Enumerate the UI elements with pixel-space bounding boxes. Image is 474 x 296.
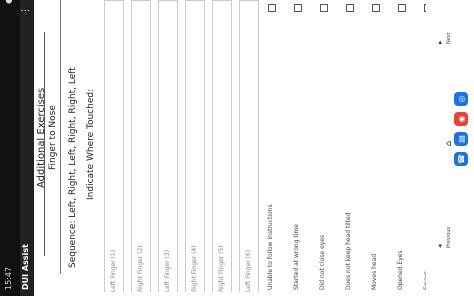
check-row[interactable]: Did not close eyes — [312, 0, 336, 296]
finger-label: Left Finger (1) — [110, 249, 117, 292]
finger-field[interactable]: Right Finger (5) — [212, 0, 232, 296]
exercise-divider — [60, 0, 61, 274]
check-label: Opened Eyes — [397, 250, 404, 290]
phone-icon[interactable]: ☎ — [454, 152, 468, 166]
main-content: Additional Exercises Finger to Nose Sequ… — [34, 0, 462, 296]
check-label: Does not keep head tilted — [345, 212, 352, 290]
indicate-text: Indicate Where Touched: — [86, 88, 96, 200]
finger-label: Right Finger (4) — [191, 245, 198, 292]
previous-arrow-icon[interactable]: ◂ — [436, 244, 444, 248]
finger-field[interactable]: Right Finger (4) — [185, 0, 205, 296]
check-row[interactable]: Started at wrong time — [286, 0, 310, 296]
next-arrow-icon[interactable]: ▸ — [436, 40, 444, 44]
finger-field[interactable]: Left Finger (1) — [104, 0, 124, 296]
check-label: Did not close eyes — [319, 234, 326, 290]
check-row[interactable]: Opened Eyes — [390, 0, 414, 296]
status-bar: 15:47 ●● — [0, 0, 20, 296]
messages-icon[interactable]: ▤ — [454, 132, 468, 146]
check-label: Started at wrong time — [293, 224, 300, 290]
status-icons: ●● — [4, 0, 13, 4]
checkbox[interactable] — [294, 4, 302, 12]
app-dock: ☎ ▤ ◉ ◎ — [450, 0, 474, 296]
checkbox[interactable] — [320, 4, 328, 12]
check-row[interactable]: Unable to follow instructions — [260, 0, 284, 296]
finger-field[interactable]: Left Finger (3) — [158, 0, 178, 296]
finger-field[interactable]: Right Finger (2) — [131, 0, 151, 296]
checkbox[interactable] — [346, 4, 354, 12]
status-time: 15:47 — [4, 266, 13, 290]
finger-label: Right Finger (2) — [137, 245, 144, 292]
camera-icon[interactable]: ◎ — [454, 92, 468, 106]
finger-label: Left Finger (3) — [164, 249, 171, 292]
app-title: DUI Assist — [21, 244, 30, 290]
checkbox[interactable] — [268, 4, 276, 12]
menu-icon[interactable]: ⋮ — [21, 6, 31, 15]
finger-label: Left Finger (6) — [245, 249, 252, 292]
app-bar: DUI Assist ⋮ — [20, 0, 34, 296]
check-label: Moves head — [371, 253, 378, 290]
section-title: Additional Exercises — [36, 87, 47, 188]
finger-input[interactable] — [239, 0, 259, 292]
rotated-screen: 15:47 ●● DUI Assist ⋮ Additional Exercis… — [0, 0, 474, 296]
finger-field[interactable]: Left Finger (6) — [239, 0, 259, 296]
header-divider — [44, 32, 45, 256]
check-row[interactable]: Moves head — [364, 0, 388, 296]
sequence-text: Sequence: Left, Right, Left, Right, Righ… — [68, 67, 78, 268]
finger-label: Right Finger (5) — [218, 245, 225, 292]
checkbox[interactable] — [398, 4, 406, 12]
check-label: Unable to follow instructions — [267, 204, 274, 290]
finger-input[interactable] — [158, 0, 178, 292]
exercise-name: Finger to Nose — [48, 105, 58, 170]
finger-input[interactable] — [104, 0, 124, 292]
chrome-icon[interactable]: ◉ — [454, 112, 468, 126]
check-row[interactable]: Does not keep head tilted — [338, 0, 362, 296]
checkbox[interactable] — [372, 4, 380, 12]
